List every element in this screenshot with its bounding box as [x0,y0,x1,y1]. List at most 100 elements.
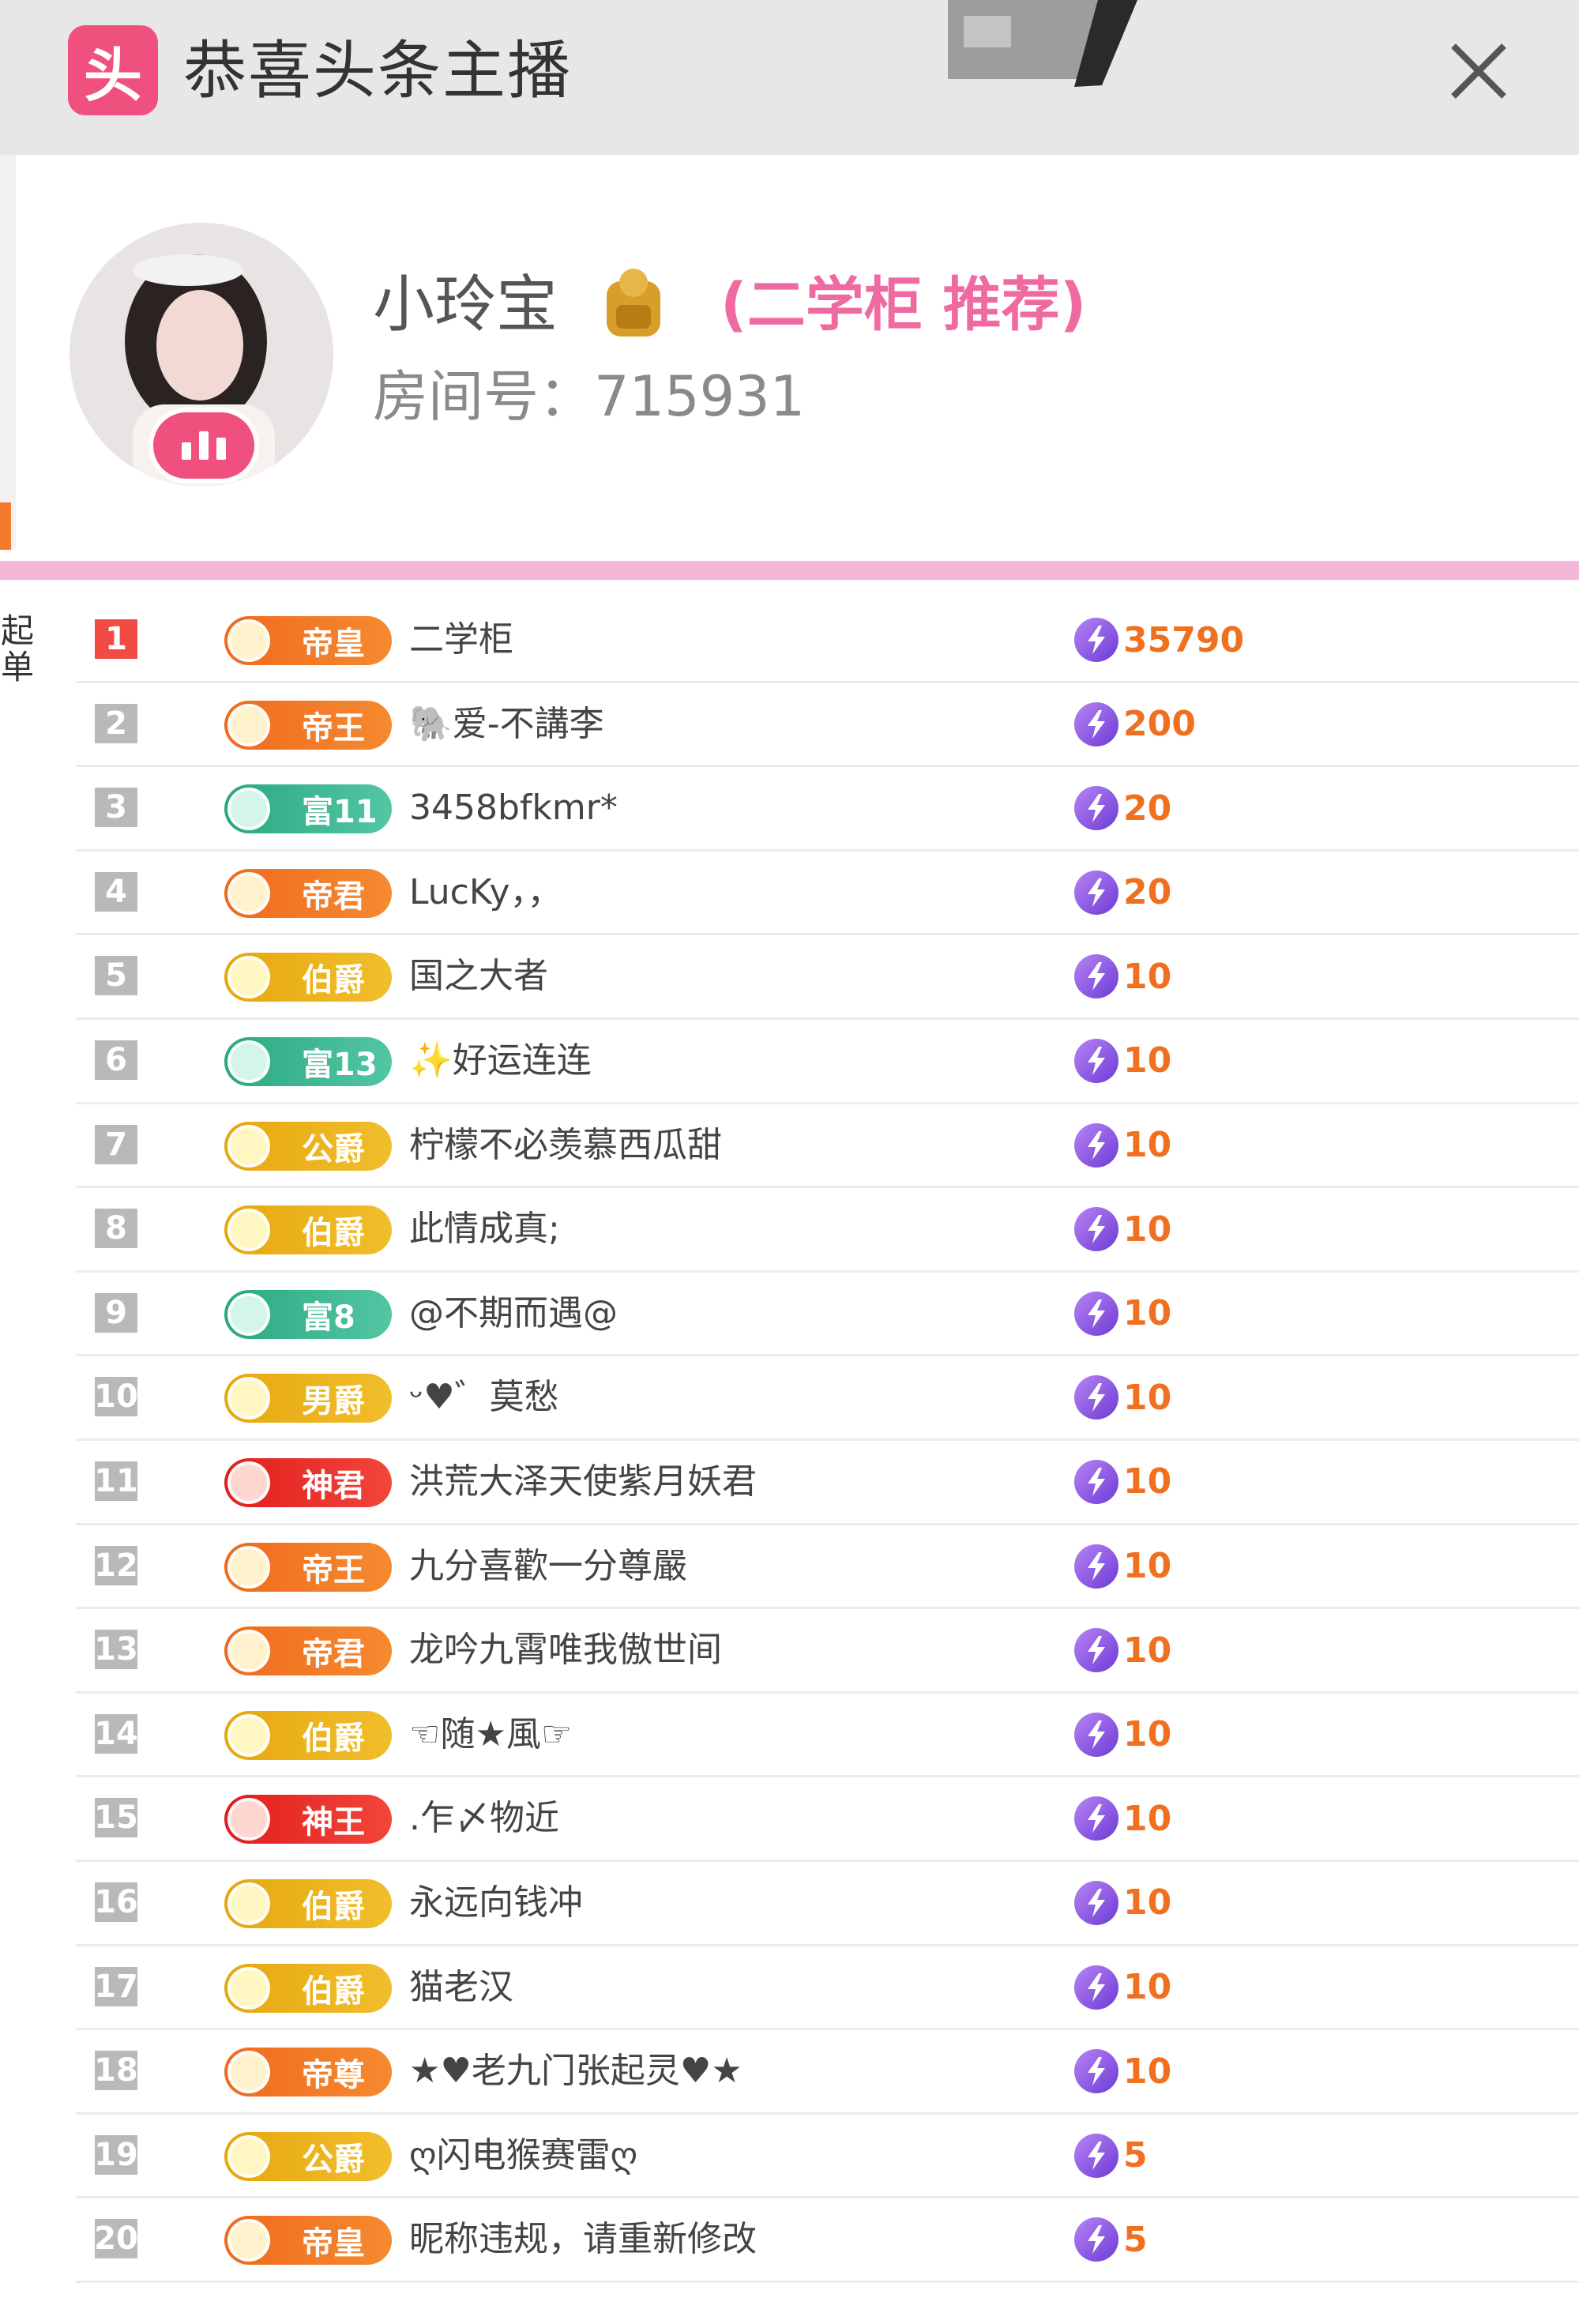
user-name: 二学柜 [409,619,513,660]
bar-chart-icon[interactable] [149,408,259,483]
lightning-icon [1074,618,1118,662]
list-item[interactable]: 16 伯爵 永远向钱冲 10 [76,1862,1579,1946]
close-button[interactable] [1430,22,1528,120]
rank-number: 18 [94,2051,138,2091]
user-name: ★♥老九门张起灵♥★ [409,2051,743,2092]
rank-number: 16 [94,1882,138,1922]
rank-number: 14 [94,1713,138,1754]
lightning-icon [1074,2049,1118,2094]
score-value: 20 [1123,788,1172,829]
lightning-icon [1074,1965,1118,2010]
score-value: 10 [1123,1377,1172,1418]
level-badge: 帝王 [224,700,392,750]
list-item[interactable]: 5 伯爵 国之大者 10 [76,935,1579,1020]
host-name: 小玲宝 [373,269,558,340]
level-badge: 男爵 [224,1374,392,1423]
list-item[interactable]: 10 男爵 ᵕ♥゛莫愁 10 [76,1356,1579,1441]
level-badge: 伯爵 [224,1963,392,2013]
user-name: 永远向钱冲 [409,1882,583,1923]
lightning-icon [1074,1459,1118,1504]
list-item[interactable]: 11 神君 洪荒大泽天使紫月妖君 10 [76,1441,1579,1525]
score-value: 10 [1123,1546,1172,1587]
user-name: 昵称违规，请重新修改 [409,2219,757,2260]
level-label: 帝王 [302,709,365,746]
contribution-score: 10 [1074,1356,1171,1438]
list-item[interactable]: 13 帝君 龙吟九霄唯我傲世间 10 [76,1609,1579,1694]
contribution-score: 10 [1074,1441,1171,1523]
lightning-icon [1074,1712,1118,1757]
contribution-score: 10 [1074,1273,1171,1355]
level-label: 富13 [302,1046,378,1083]
rank-number: 3 [95,788,137,828]
level-label: 伯爵 [302,1888,365,1925]
contribution-score: 10 [1074,1862,1171,1944]
lightning-icon [1074,870,1118,915]
list-item[interactable]: 7 公爵 柠檬不必羡慕西瓜甜 10 [76,1104,1579,1189]
list-item[interactable]: 4 帝君 LucKy，， 20 [76,852,1579,936]
score-value: 10 [1123,1882,1172,1924]
list-item[interactable]: 19 公爵 ღ闪电猴赛雷ღ 5 [76,2115,1579,2199]
list-item[interactable]: 2 帝王 🐘爱-不講李 200 [76,683,1579,768]
level-emblem-icon [227,1461,270,1504]
side-tab-label-1: 起 [0,611,34,650]
contribution-score: 10 [1074,1525,1171,1608]
contribution-score: 10 [1074,1694,1171,1776]
user-name: .乍〆物近 [409,1798,559,1839]
list-item[interactable]: 6 富13 ✨好运连连 10 [76,1020,1579,1104]
score-value: 10 [1123,1461,1172,1502]
list-item[interactable]: 20 帝皇 昵称违规，请重新修改 5 [76,2198,1579,2283]
user-name: 洪荒大泽天使紫月妖君 [409,1461,757,1502]
level-label: 帝皇 [302,2225,365,2262]
level-label: 帝皇 [302,626,365,662]
score-value: 10 [1123,1125,1172,1166]
level-emblem-icon [227,2051,270,2094]
contribution-score: 20 [1074,767,1171,849]
level-label: 富8 [302,1299,355,1336]
list-item[interactable]: 14 伯爵 ☜随★風☞ 10 [76,1694,1579,1778]
rank-number: 11 [94,1461,138,1501]
level-emblem-icon [227,1545,270,1589]
contribution-score: 200 [1074,683,1196,765]
level-label: 伯爵 [302,962,365,999]
score-value: 10 [1123,1630,1172,1671]
list-item[interactable]: 8 伯爵 此情成真; 10 [76,1188,1579,1273]
lightning-icon [1074,1628,1118,1673]
list-item[interactable]: 1 帝皇 二学柜 35790 [76,599,1579,683]
level-emblem-icon [227,1966,270,2010]
rank-number: 2 [95,703,137,743]
level-badge: 帝皇 [224,616,392,665]
gift-decoration-icon [948,0,1137,87]
user-name: ☜随★風☞ [409,1713,573,1754]
rank-number: 17 [94,1966,138,2006]
level-emblem-icon [227,956,270,999]
user-name: 3458bfkmr* [409,788,618,829]
window-title: 恭喜头条主播 [183,34,572,107]
list-item[interactable]: 17 伯爵 猫老汉 10 [76,1946,1579,2031]
list-item[interactable]: 9 富8 @不期而遇@ 10 [76,1273,1579,1357]
list-item[interactable]: 15 神王 .乍〆物近 10 [76,1777,1579,1862]
lightning-icon [1074,1796,1118,1841]
score-value: 10 [1123,1293,1172,1334]
side-tab[interactable]: 起 单 [0,613,35,686]
divider [0,561,1579,580]
score-value: 10 [1123,1798,1172,1839]
score-value: 10 [1123,1714,1172,1755]
rank-number: 15 [94,1798,138,1838]
level-emblem-icon [227,1292,270,1336]
level-badge: 伯爵 [224,1878,392,1928]
lightning-icon [1074,2217,1118,2262]
level-label: 神王 [302,1804,365,1841]
user-name: 九分喜歡一分尊嚴 [409,1545,687,1586]
list-item[interactable]: 18 帝尊 ★♥老九门张起灵♥★ 10 [76,2030,1579,2115]
level-label: 帝王 [302,1551,365,1589]
contribution-score: 5 [1074,2115,1148,2197]
user-name: 国之大者 [409,956,548,997]
level-badge: 富11 [224,784,392,834]
level-badge: 伯爵 [224,1710,392,1760]
user-name: LucKy，， [409,871,562,912]
user-name: ✨好运连连 [409,1040,592,1081]
score-value: 10 [1123,956,1172,997]
list-item[interactable]: 12 帝王 九分喜歡一分尊嚴 10 [76,1525,1579,1610]
list-item[interactable]: 3 富11 3458bfkmr* 20 [76,767,1579,852]
side-tab-label-2: 单 [0,648,34,686]
